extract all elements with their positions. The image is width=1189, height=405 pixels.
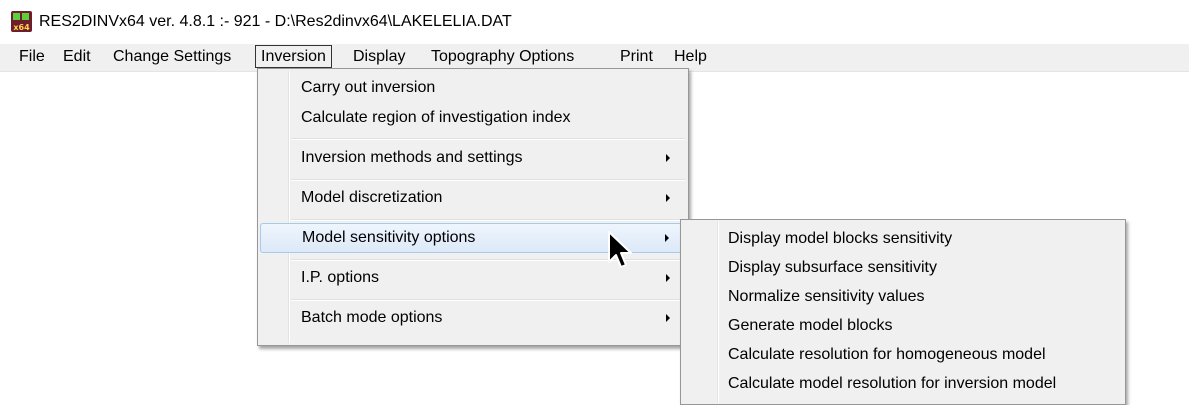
menu-item-generate-model-blocks[interactable]: Generate model blocks: [683, 311, 1123, 340]
menu-item-label: Calculate region of investigation index: [301, 109, 571, 126]
menu-file[interactable]: File: [14, 46, 50, 67]
menu-separator: [291, 138, 685, 140]
menu-item-model-discretization[interactable]: Model discretization: [260, 183, 686, 213]
title-bar: x64 RES2DINVx64 ver. 4.8.1 :- 921 - D:\R…: [0, 0, 1189, 44]
menu-item-label: Carry out inversion: [301, 79, 436, 96]
menu-edit[interactable]: Edit: [58, 46, 96, 67]
menu-item-label: Display model blocks sensitivity: [728, 230, 953, 247]
menu-item-normalize-sensitivity-values[interactable]: Normalize sensitivity values: [683, 282, 1123, 311]
menu-item-resolution-inversion-model[interactable]: Calculate model resolution for inversion…: [683, 369, 1123, 398]
mouse-pointer-icon: [608, 231, 632, 268]
menu-separator: [291, 179, 685, 181]
submenu-arrow-icon: [666, 314, 670, 322]
menu-item-label: Calculate resolution for homogeneous mod…: [728, 346, 1046, 363]
menu-item-label: Generate model blocks: [728, 317, 893, 334]
menu-item-label: Batch mode options: [301, 309, 443, 326]
menu-item-inversion-methods[interactable]: Inversion methods and settings: [260, 143, 686, 173]
menu-help[interactable]: Help: [669, 46, 712, 67]
menu-display[interactable]: Display: [348, 46, 410, 67]
menu-topography-options[interactable]: Topography Options: [426, 46, 579, 67]
submenu-arrow-icon: [665, 234, 669, 242]
submenu-arrow-icon: [666, 274, 670, 282]
menu-item-resolution-homogeneous-model[interactable]: Calculate resolution for homogeneous mod…: [683, 340, 1123, 369]
menu-item-label: Display subsurface sensitivity: [728, 259, 937, 276]
menu-item-label: Inversion methods and settings: [301, 149, 523, 166]
menu-item-label: Calculate model resolution for inversion…: [728, 375, 1057, 392]
menu-separator: [291, 219, 685, 221]
menu-item-label: I.P. options: [301, 269, 379, 286]
menu-item-label: Normalize sensitivity values: [728, 288, 925, 305]
menu-inversion[interactable]: Inversion: [255, 45, 332, 68]
menu-item-display-subsurface-sensitivity[interactable]: Display subsurface sensitivity: [683, 253, 1123, 282]
menu-item-calculate-region-of-investigation[interactable]: Calculate region of investigation index: [260, 103, 686, 133]
sensitivity-submenu: Display model blocks sensitivity Display…: [680, 219, 1126, 405]
inversion-dropdown: Carry out inversion Calculate region of …: [257, 68, 689, 346]
menu-item-carry-out-inversion[interactable]: Carry out inversion: [260, 73, 686, 103]
menu-item-label: Model sensitivity options: [302, 229, 476, 246]
submenu-arrow-icon: [666, 154, 670, 162]
app-logo-icon[interactable]: x64: [11, 11, 32, 32]
menu-change-settings[interactable]: Change Settings: [108, 46, 236, 67]
app-icon-text: x64: [13, 23, 30, 32]
menu-item-batch-mode-options[interactable]: Batch mode options: [260, 303, 686, 333]
submenu-arrow-icon: [666, 194, 670, 202]
menu-separator: [291, 299, 685, 301]
menu-item-display-model-blocks-sensitivity[interactable]: Display model blocks sensitivity: [683, 224, 1123, 253]
menu-print[interactable]: Print: [615, 46, 658, 67]
window-title: RES2DINVx64 ver. 4.8.1 :- 921 - D:\Res2d…: [39, 13, 512, 30]
menu-item-label: Model discretization: [301, 189, 443, 206]
